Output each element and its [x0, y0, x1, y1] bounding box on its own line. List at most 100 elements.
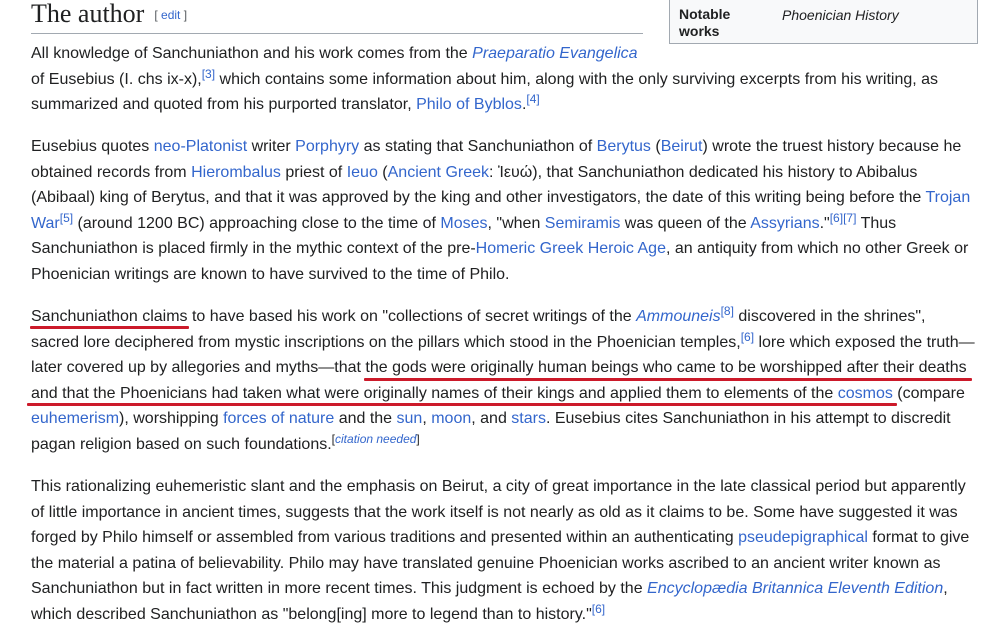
link-stars[interactable]: stars	[511, 410, 546, 427]
section-title: The author	[31, 0, 145, 28]
link-homeric-greek-heroic-age[interactable]: Homeric Greek Heroic Age	[476, 240, 666, 257]
ref-5[interactable]: [5]	[60, 211, 73, 225]
text: lore which exposed the truth—	[754, 333, 975, 351]
annotation-underline	[30, 326, 189, 329]
citation-needed: [citation needed]	[332, 432, 420, 446]
text: (	[650, 138, 661, 155]
paragraph-4: This rationalizing euhemeristic slant an…	[31, 474, 969, 628]
link-neo-platonist[interactable]: neo-Platonist	[154, 138, 247, 155]
link-ancient-greek[interactable]: Ancient Greek	[388, 164, 489, 181]
text: This rationalizing euhemeristic slant an…	[31, 478, 966, 495]
link-euhemerism[interactable]: euhemerism	[31, 410, 119, 427]
p3-line-3: later covered up by allegories and myths…	[31, 355, 975, 381]
p2-line-3: (Abibaal) king of Berytus, and that it w…	[31, 185, 970, 211]
p2-line-5: Sanchuniathon is placed firmly in the my…	[31, 236, 970, 262]
text: (	[377, 163, 388, 181]
link-pseudepigraphical[interactable]: pseudepigraphical	[738, 529, 868, 546]
text: : Ἰευώ), that Sanchuniathon dedicated hi…	[489, 163, 918, 181]
text: discovered in the shrines",	[733, 308, 926, 325]
text: which described Sanchuniathon as "belong…	[31, 605, 592, 623]
link-philo-of-byblos[interactable]: Philo of Byblos	[416, 96, 522, 113]
paragraph-2: Eusebius quotes neo-Platonist writer Por…	[31, 134, 970, 288]
text: . Eusebius cites Sanchuniathon in his at…	[545, 410, 951, 428]
p2-line-2: obtained records from Hierombalus priest…	[31, 160, 970, 186]
p1-line-2: of Eusebius (I. chs ix-x),[3] which cont…	[31, 67, 938, 93]
text: Eusebius quotes	[31, 138, 154, 155]
text: the material a patina of believability. …	[31, 554, 941, 572]
link-hierombalus[interactable]: Hierombalus	[191, 164, 281, 181]
link-encyclopaedia-britannica[interactable]: Encyclopædia Britannica Eleventh Edition	[647, 580, 943, 597]
infobox-value: Phoenician History	[782, 7, 899, 23]
text: All knowledge of Sanchuniathon and his w…	[31, 45, 473, 62]
p2-line-6: Phoenician writings are known to have su…	[31, 262, 970, 288]
text: ) wrote the truest history because he	[702, 138, 962, 155]
link-sun[interactable]: sun	[397, 410, 423, 427]
text: , "when	[487, 214, 545, 232]
text: format to give	[867, 529, 970, 547]
link-cosmos[interactable]: cosmos	[838, 385, 893, 402]
edit-section: [ edit ]	[154, 8, 187, 22]
text: and that the Phoenicians had taken what …	[31, 384, 838, 402]
p3-line-5: euhemerism), worshipping forces of natur…	[31, 406, 975, 432]
cn-bracket-close: ]	[416, 431, 420, 446]
text: Sanchuniathon is placed firmly in the my…	[31, 240, 476, 258]
link-semiramis[interactable]: Semiramis	[545, 215, 621, 232]
edit-bracket-open: [	[154, 8, 158, 22]
text: Sanchuniathon but in fact written in mor…	[31, 580, 648, 598]
annotation-underline	[364, 378, 972, 381]
text: ,	[422, 410, 432, 428]
p2-line-1: Eusebius quotes neo-Platonist writer Por…	[31, 134, 970, 160]
text: , and	[471, 410, 512, 428]
text: Sanchuniathon claims to have based his w…	[31, 308, 637, 325]
edit-link[interactable]: edit	[161, 8, 180, 22]
p4-line-1: This rationalizing euhemeristic slant an…	[31, 474, 969, 500]
text: Phoenician writings are known to have su…	[31, 265, 510, 283]
link-porphyry[interactable]: Porphyry	[295, 138, 359, 155]
ref-8[interactable]: [8]	[721, 304, 734, 318]
p1-line-3: summarized and quoted from his purported…	[31, 92, 938, 118]
text: ), worshipping	[119, 410, 224, 428]
text: forged by Philo himself or assembled fro…	[31, 529, 739, 547]
text: , an antiquity from which no other Greek…	[665, 240, 969, 258]
link-ammouneis[interactable]: Ammouneis	[636, 308, 720, 325]
p4-line-2: of little importance in ancient times, s…	[31, 500, 969, 526]
text: (Abibaal) king of Berytus, and that it w…	[31, 189, 926, 207]
p3-line-6: pagan religion based on such foundations…	[31, 432, 975, 458]
text: (around 1200 BC) approaching close to th…	[73, 214, 441, 232]
link-war[interactable]: War	[31, 215, 60, 232]
p2-line-4: War[5] (around 1200 BC) approaching clos…	[31, 211, 970, 237]
ref-7[interactable]: [7]	[843, 211, 856, 225]
link-praeparatio[interactable]: Praeparatio Evangelica	[472, 45, 637, 62]
p4-line-6: which described Sanchuniathon as "belong…	[31, 602, 969, 628]
text: writer	[247, 138, 296, 155]
text: summarized and quoted from his purported…	[31, 96, 417, 114]
link-ieuo[interactable]: Ieuo	[347, 164, 378, 181]
ref-6[interactable]: [6]	[830, 211, 843, 225]
link-trojan[interactable]: Trojan	[925, 189, 970, 206]
text: obtained records from	[31, 163, 192, 181]
p4-line-3: forged by Philo himself or assembled fro…	[31, 525, 969, 551]
link-berytus[interactable]: Berytus	[597, 138, 651, 155]
paragraph-1: All knowledge of Sanchuniathon and his w…	[31, 41, 938, 118]
link-moon[interactable]: moon	[431, 410, 471, 427]
section-heading: The author [ edit ]	[31, 0, 643, 34]
ref-6[interactable]: [6]	[592, 602, 605, 616]
ref-4[interactable]: [4]	[526, 92, 539, 106]
text: pagan religion based on such foundations…	[31, 435, 332, 453]
text: later covered up by allegories and myths…	[31, 359, 967, 377]
link-moses[interactable]: Moses	[440, 215, 487, 232]
link-forces-of-nature[interactable]: forces of nature	[223, 410, 334, 427]
p3-line-2: sacred lore deciphered from mystic inscr…	[31, 330, 975, 356]
link-assyrians[interactable]: Assyrians	[750, 215, 819, 232]
citation-needed-link[interactable]: citation needed	[335, 432, 416, 446]
text: of little importance in ancient times, s…	[31, 503, 958, 521]
text: (compare	[892, 384, 965, 402]
link-beirut[interactable]: Beirut	[661, 138, 703, 155]
text: ."	[819, 214, 830, 232]
text: of Eusebius (I. chs ix-x),	[31, 70, 202, 88]
text: Thus	[856, 214, 897, 232]
ref-3[interactable]: [3]	[202, 67, 215, 81]
ref-6[interactable]: [6]	[741, 330, 754, 344]
text: and the	[334, 410, 397, 428]
text: which contains some information about hi…	[215, 70, 939, 88]
